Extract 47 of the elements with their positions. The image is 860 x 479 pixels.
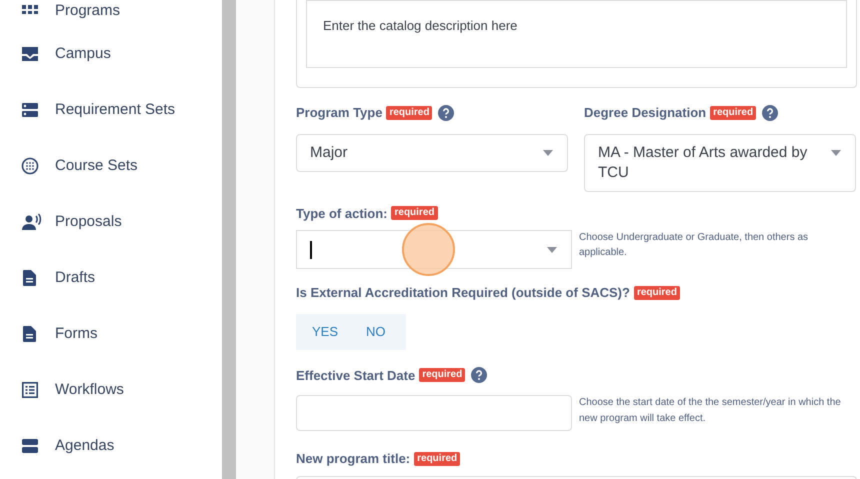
required-badge: required bbox=[419, 368, 466, 382]
field-label: Type of action: bbox=[296, 204, 388, 223]
sidebar-item[interactable]: Requirement Sets bbox=[0, 82, 222, 138]
text-cursor bbox=[310, 240, 312, 258]
sidebar-item[interactable]: Drafts bbox=[0, 250, 222, 306]
field-label: Effective Start Date bbox=[296, 366, 416, 384]
sidebar-item[interactable]: Course Sets bbox=[0, 138, 222, 194]
grid-icon bbox=[21, 4, 39, 14]
field-label: Degree Designation bbox=[584, 104, 706, 122]
sidebar-item[interactable]: Campus bbox=[0, 26, 222, 82]
dropdown-caret-icon bbox=[547, 246, 557, 252]
dropdown-caret-icon bbox=[831, 150, 841, 156]
dropdown-caret-icon bbox=[543, 150, 553, 156]
field-hint: Choose Undergraduate or Graduate, then others as applicable. bbox=[579, 231, 810, 260]
document-icon bbox=[21, 269, 39, 287]
option-button[interactable]: YES bbox=[312, 322, 338, 342]
dropdown-field[interactable]: MA - Master of Arts awarded by TCU bbox=[584, 134, 856, 192]
required-badge: required bbox=[634, 286, 680, 300]
sidebar-item[interactable]: Proposals bbox=[0, 194, 222, 250]
field-label: Program Type bbox=[296, 104, 382, 122]
sidebar-item[interactable]: Programs bbox=[0, 0, 222, 26]
option-button[interactable]: NO bbox=[366, 322, 386, 342]
scrollbar[interactable] bbox=[222, 0, 236, 479]
sidebar-item[interactable]: Forms bbox=[0, 306, 222, 362]
help-icon[interactable] bbox=[471, 367, 488, 384]
sidebar-item[interactable]: Agendas bbox=[0, 418, 222, 474]
field-label: Is External Accreditation Required (outside of SACS)? bbox=[296, 284, 630, 302]
list-icon bbox=[21, 381, 39, 399]
person-speaking-icon bbox=[21, 213, 43, 231]
dotted-circle-icon bbox=[21, 157, 39, 175]
inbox-icon bbox=[21, 45, 39, 63]
required-badge: required bbox=[386, 106, 432, 120]
description-field[interactable]: Enter the catalog description here bbox=[306, 0, 847, 68]
required-badge: required bbox=[391, 206, 438, 220]
field-hint: Choose the start date of the the semester/year in which the new program will take effect. bbox=[579, 396, 842, 426]
sidebar-item[interactable]: Workflows bbox=[0, 362, 222, 418]
field-label: New program title: bbox=[296, 450, 410, 468]
server-icon bbox=[21, 101, 39, 119]
required-badge: required bbox=[710, 106, 756, 120]
stacked-bars-icon bbox=[21, 437, 39, 455]
required-badge: required bbox=[414, 452, 460, 466]
dropdown-field[interactable] bbox=[296, 230, 572, 269]
help-icon[interactable] bbox=[762, 104, 778, 121]
help-icon[interactable] bbox=[438, 104, 454, 121]
dropdown-field[interactable]: Major bbox=[296, 134, 568, 172]
document-icon bbox=[21, 325, 39, 343]
date-field[interactable] bbox=[296, 395, 572, 431]
